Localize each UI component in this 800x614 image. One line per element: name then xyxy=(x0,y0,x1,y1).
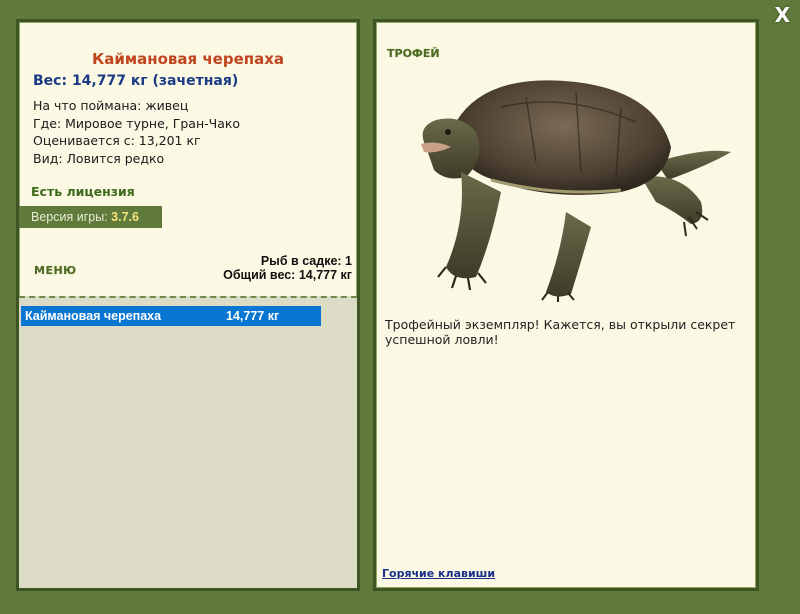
trophy-panel: ТРОФЕЙ Трофейный экземпляр! Кажется, вы … xyxy=(373,19,759,591)
license-status: Есть лицензия xyxy=(31,184,135,199)
version-label: Версия игры: xyxy=(31,210,108,224)
fish-weight: Вес: 14,777 кг (зачетная) xyxy=(33,73,239,89)
rarity-line: Вид: Ловится редко xyxy=(33,150,165,166)
bait-line: На что поймана: живец xyxy=(33,98,189,113)
version-value: 3.7.6 xyxy=(111,210,139,224)
fish-count: Рыб в садке: 1 xyxy=(260,254,352,268)
trophy-description: Трофейный экземпляр! Кажется, вы открыли… xyxy=(385,317,736,347)
catch-weight: 14,777 кг xyxy=(226,309,280,323)
fish-info-panel: Каймановая черепаха Вес: 14,777 кг (заче… xyxy=(16,19,360,591)
location-line: Где: Мировое турне, Гран-Чако xyxy=(33,115,241,131)
hotkeys-link[interactable]: Горячие клавиши xyxy=(382,567,495,580)
fish-title: Каймановая черепаха xyxy=(91,50,285,68)
turtle-image xyxy=(421,80,731,302)
close-button[interactable]: X xyxy=(775,3,790,27)
total-weight: Общий вес: 14,777 кг xyxy=(223,268,352,282)
keepnet-stats: Рыб в садке: 1 Общий вес: 14,777 кг xyxy=(223,254,352,282)
menu-button[interactable]: МЕНЮ xyxy=(34,264,77,277)
catch-list: Каймановая черепаха 14,777 кг xyxy=(19,296,357,588)
version-bar: Версия игры: 3.7.6 xyxy=(19,206,162,228)
min-weight-line: Оценивается с: 13,201 кг xyxy=(33,133,201,148)
catch-list-row[interactable]: Каймановая черепаха 14,777 кг xyxy=(21,306,321,326)
catch-name: Каймановая черепаха xyxy=(25,309,162,323)
fish-details: На что поймана: живец Где: Мировое турне… xyxy=(33,97,240,167)
